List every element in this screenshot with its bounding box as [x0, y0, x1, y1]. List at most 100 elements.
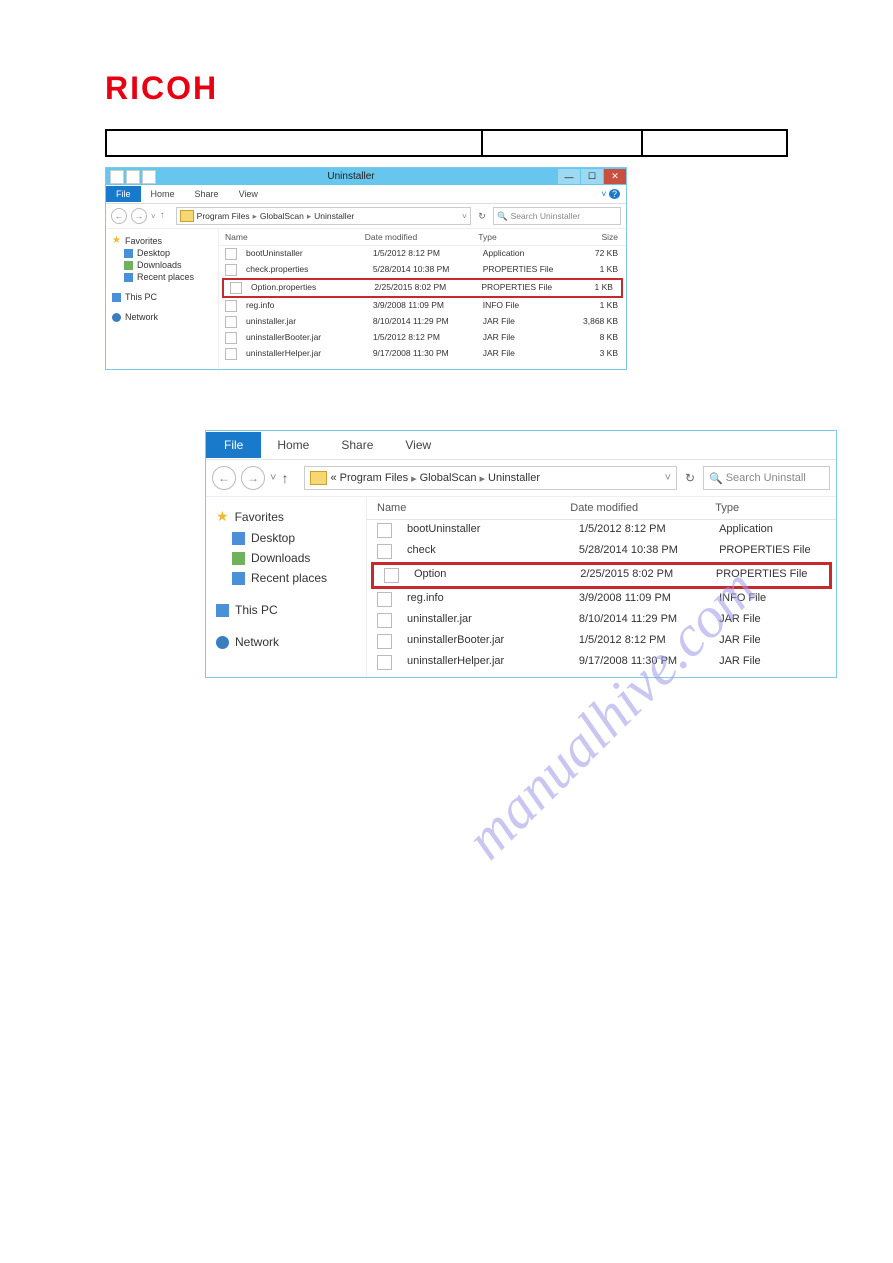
up-button[interactable]: ↑	[160, 210, 172, 222]
view-tab[interactable]: View	[389, 432, 447, 458]
nav-desktop[interactable]: Desktop	[112, 247, 212, 259]
file-row[interactable]: bootUninstaller1/5/2012 8:12 PMApplicati…	[219, 246, 626, 262]
col-name[interactable]: Name	[367, 502, 570, 514]
nav-favorites[interactable]: ★Favorites	[216, 505, 356, 528]
crumb-part[interactable]: Program Files	[197, 211, 250, 221]
maximize-button[interactable]: ☐	[581, 169, 603, 184]
nav-recent[interactable]: Recent places	[112, 271, 212, 283]
nav-network[interactable]: Network	[216, 632, 356, 652]
star-icon: ★	[216, 508, 229, 525]
nav-thispc[interactable]: This PC	[216, 600, 356, 620]
file-row[interactable]: uninstaller.jar8/10/2014 11:29 PMJAR Fil…	[219, 314, 626, 330]
crumb-part[interactable]: GlobalScan	[260, 211, 304, 221]
ricoh-logo: RICOH	[0, 0, 893, 107]
file-row[interactable]: reg.info3/9/2008 11:09 PMINFO File1 KB	[219, 298, 626, 314]
file-list: Name Date modified Type bootUninstaller1…	[367, 497, 836, 677]
file-icon	[377, 544, 392, 559]
qa-icon-2[interactable]	[142, 170, 156, 184]
column-headers[interactable]: Name Date modified Type	[367, 497, 836, 520]
network-icon	[112, 313, 121, 322]
back-button[interactable]: ←	[111, 208, 127, 224]
titlebar[interactable]: Uninstaller — ☐ ✕	[106, 168, 626, 185]
col-size[interactable]: Size	[566, 232, 626, 242]
downloads-icon	[232, 552, 245, 565]
recent-dropdown-icon[interactable]: ˅	[270, 472, 276, 484]
file-row[interactable]: Option.properties2/25/2015 8:02 PMPROPER…	[224, 280, 621, 296]
crumb-part[interactable]: Uninstaller	[488, 472, 540, 484]
highlight-box: Option.properties2/25/2015 8:02 PMPROPER…	[222, 278, 623, 298]
ribbon: File Home Share View ˅ ?	[106, 185, 626, 204]
nav-pane: ★Favorites Desktop Downloads Recent plac…	[206, 497, 367, 677]
forward-button[interactable]: →	[241, 466, 265, 490]
highlight-box: Option2/25/2015 8:02 PMPROPERTIES File	[371, 562, 832, 589]
search-input[interactable]: 🔍 Search Uninstaller	[493, 207, 621, 225]
file-row[interactable]: uninstaller.jar8/10/2014 11:29 PMJAR Fil…	[367, 610, 836, 631]
file-icon	[225, 248, 237, 260]
column-headers[interactable]: Name Date modified Type Size	[219, 229, 626, 246]
refresh-button[interactable]: ↻	[475, 211, 489, 222]
header-bar	[105, 129, 788, 157]
minimize-button[interactable]: —	[558, 169, 580, 184]
ribbon-collapse-icon[interactable]: ˅ ?	[268, 189, 626, 199]
file-row[interactable]: Option2/25/2015 8:02 PMPROPERTIES File	[374, 565, 829, 586]
file-row[interactable]: uninstallerHelper.jar9/17/2008 11:30 PMJ…	[219, 346, 626, 362]
home-tab[interactable]: Home	[261, 432, 325, 458]
file-icon	[230, 282, 242, 294]
file-row[interactable]: bootUninstaller1/5/2012 8:12 PMApplicati…	[367, 520, 836, 541]
file-icon	[225, 332, 237, 344]
recent-dropdown-icon[interactable]: ˅	[151, 212, 156, 221]
col-name[interactable]: Name	[219, 232, 365, 242]
thispc-icon	[216, 604, 229, 617]
crumb-part[interactable]: Uninstaller	[314, 211, 354, 221]
search-input[interactable]: 🔍 Search Uninstall	[703, 466, 830, 490]
folder-icon	[310, 471, 327, 485]
nav-downloads[interactable]: Downloads	[216, 548, 356, 568]
breadcrumb[interactable]: « Program Files▸ GlobalScan▸ Uninstaller…	[304, 466, 677, 490]
header-cell-1	[105, 129, 483, 157]
col-type[interactable]: Type	[715, 502, 836, 514]
file-list: Name Date modified Type Size bootUninsta…	[219, 229, 626, 369]
nav-downloads[interactable]: Downloads	[112, 259, 212, 271]
nav-thispc[interactable]: This PC	[112, 291, 212, 303]
refresh-button[interactable]: ↻	[682, 471, 698, 485]
nav-recent[interactable]: Recent places	[216, 568, 356, 588]
crumb-part[interactable]: GlobalScan	[420, 472, 477, 484]
file-tab[interactable]: File	[106, 186, 141, 202]
file-row[interactable]: check.properties5/28/2014 10:38 PMPROPER…	[219, 262, 626, 278]
address-bar-row: ← → ˅ ↑ « Program Files▸ GlobalScan▸ Uni…	[206, 460, 836, 497]
crumb-dropdown-icon[interactable]: ˅	[665, 472, 671, 484]
file-row[interactable]: uninstallerHelper.jar9/17/2008 11:30 PMJ…	[367, 652, 836, 673]
file-row[interactable]: check5/28/2014 10:38 PMPROPERTIES File	[367, 541, 836, 562]
crumb-prefix[interactable]: «	[330, 472, 336, 484]
file-row[interactable]: uninstallerBooter.jar1/5/2012 8:12 PMJAR…	[367, 631, 836, 652]
nav-favorites[interactable]: ★Favorites	[112, 234, 212, 247]
nav-network[interactable]: Network	[112, 311, 212, 323]
crumb-dropdown-icon[interactable]: ˅	[462, 211, 467, 221]
home-tab[interactable]: Home	[141, 186, 185, 202]
file-icon	[377, 613, 392, 628]
recent-icon	[124, 273, 133, 282]
file-icon	[225, 348, 237, 360]
desktop-icon	[124, 249, 133, 258]
share-tab[interactable]: Share	[325, 432, 389, 458]
crumb-part[interactable]: Program Files	[340, 472, 408, 484]
col-date[interactable]: Date modified	[365, 232, 479, 242]
explorer-window-small: Uninstaller — ☐ ✕ File Home Share View ˅…	[105, 167, 627, 370]
col-type[interactable]: Type	[478, 232, 565, 242]
back-button[interactable]: ←	[212, 466, 236, 490]
close-button[interactable]: ✕	[604, 169, 626, 184]
forward-button[interactable]: →	[131, 208, 147, 224]
qa-icon-1[interactable]	[126, 170, 140, 184]
network-icon	[216, 636, 229, 649]
file-tab[interactable]: File	[206, 432, 261, 458]
file-row[interactable]: uninstallerBooter.jar1/5/2012 8:12 PMJAR…	[219, 330, 626, 346]
up-button[interactable]: ↑	[281, 470, 299, 486]
col-date[interactable]: Date modified	[570, 502, 715, 514]
share-tab[interactable]: Share	[185, 186, 229, 202]
file-icon	[225, 264, 237, 276]
view-tab[interactable]: View	[229, 186, 268, 202]
file-row[interactable]: reg.info3/9/2008 11:09 PMINFO File	[367, 589, 836, 610]
breadcrumb[interactable]: Program Files▸ GlobalScan▸ Uninstaller ˅	[176, 207, 471, 225]
file-icon	[225, 300, 237, 312]
nav-desktop[interactable]: Desktop	[216, 528, 356, 548]
